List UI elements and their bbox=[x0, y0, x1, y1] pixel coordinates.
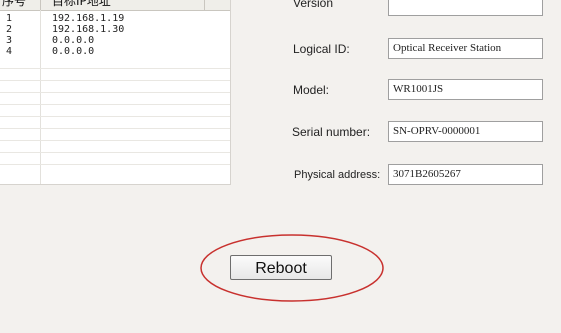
grid-line bbox=[0, 164, 230, 165]
version-label: Version bbox=[293, 0, 334, 10]
grid-line bbox=[0, 116, 230, 117]
version-field[interactable] bbox=[388, 0, 543, 16]
grid-line bbox=[0, 68, 230, 69]
row-index: 2 bbox=[6, 24, 13, 35]
ip-table: 序号 目标IP地址 1 192.168.1.19 2 192.168.1.30 … bbox=[0, 0, 231, 185]
table-row[interactable]: 1 192.168.1.19 bbox=[0, 13, 230, 24]
table-header: 序号 目标IP地址 bbox=[0, 0, 230, 11]
physical-address-field[interactable]: 3071B2605267 bbox=[388, 164, 543, 185]
table-row[interactable]: 4 0.0.0.0 bbox=[0, 46, 230, 57]
row-ip: 0.0.0.0 bbox=[52, 35, 95, 46]
grid-line bbox=[0, 104, 230, 105]
physical-address-label: Physical address: bbox=[294, 169, 381, 181]
row-ip: 192.168.1.19 bbox=[52, 13, 125, 24]
table-row[interactable]: 2 192.168.1.30 bbox=[0, 24, 230, 35]
grid-line bbox=[0, 92, 230, 93]
grid-line bbox=[0, 152, 230, 153]
row-ip: 0.0.0.0 bbox=[52, 46, 95, 57]
logical-id-label: Logical ID: bbox=[293, 42, 350, 56]
grid-line bbox=[0, 80, 230, 81]
logical-id-field[interactable]: Optical Receiver Station bbox=[388, 38, 543, 59]
reboot-button[interactable]: Reboot bbox=[230, 255, 332, 280]
header-target-ip[interactable]: 目标IP地址 bbox=[52, 0, 202, 9]
serial-number-label: Serial number: bbox=[292, 125, 371, 139]
row-index: 4 bbox=[6, 46, 13, 57]
model-field[interactable]: WR1001JS bbox=[388, 79, 543, 100]
row-ip: 192.168.1.30 bbox=[52, 24, 125, 35]
table-row[interactable]: 3 0.0.0.0 bbox=[0, 35, 230, 46]
serial-number-field[interactable]: SN-OPRV-0000001 bbox=[388, 121, 543, 142]
row-index: 3 bbox=[6, 35, 13, 46]
model-label: Model: bbox=[293, 83, 330, 97]
row-index: 1 bbox=[6, 13, 13, 24]
grid-line bbox=[0, 140, 230, 141]
header-index[interactable]: 序号 bbox=[2, 0, 38, 9]
grid-line bbox=[0, 128, 230, 129]
